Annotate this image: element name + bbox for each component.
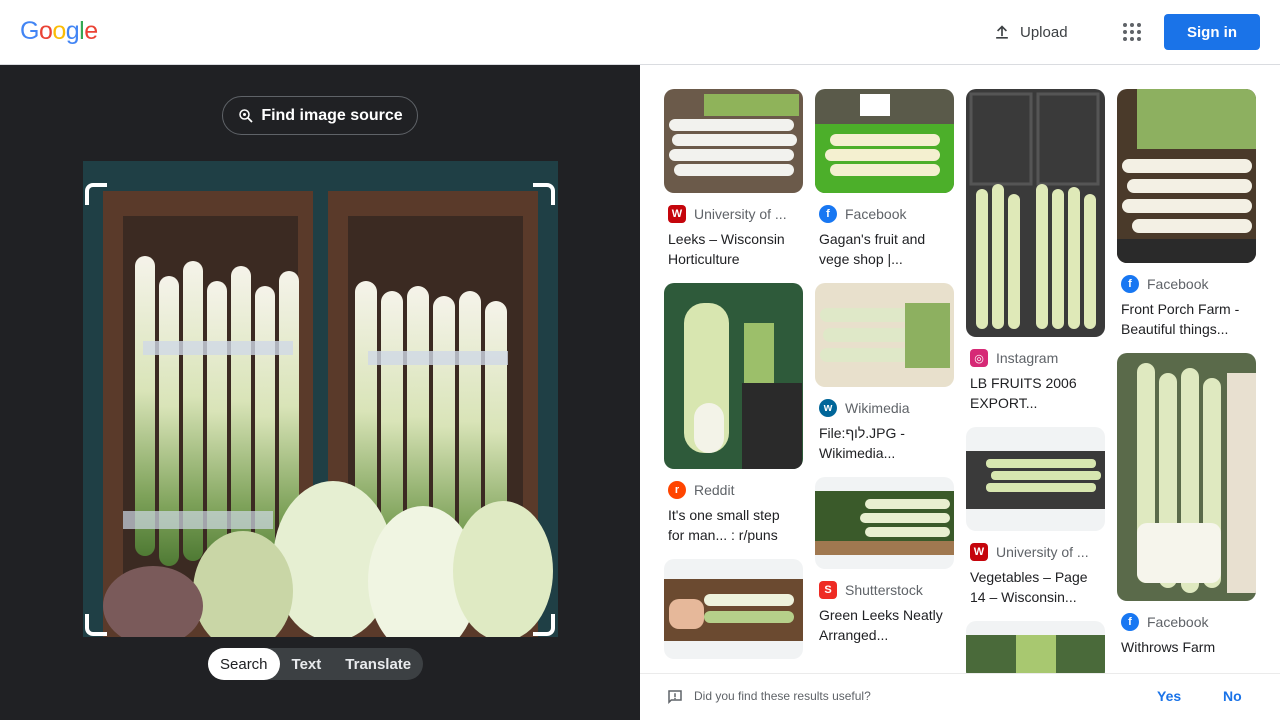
result-source: S Shutterstock bbox=[819, 581, 954, 599]
result-title: It's one small step for man... : r/puns bbox=[668, 507, 780, 543]
result-card[interactable]: w Wikimedia File:לוף.JPG - Wikimedia... bbox=[815, 283, 954, 463]
find-image-source-label: Find image source bbox=[261, 106, 403, 124]
source-favicon-icon: r bbox=[668, 481, 686, 499]
source-name: Facebook bbox=[845, 206, 907, 222]
upload-button[interactable]: Upload bbox=[992, 20, 1068, 44]
source-name: Instagram bbox=[996, 350, 1059, 366]
feedback-icon bbox=[668, 690, 682, 705]
feedback-yes-button[interactable]: Yes bbox=[1157, 688, 1181, 704]
apps-grid-icon[interactable] bbox=[1120, 20, 1144, 44]
instagram-icon: ◎ bbox=[970, 349, 988, 367]
source-name: University of ... bbox=[694, 206, 787, 222]
result-thumbnail bbox=[1117, 353, 1256, 601]
source-name: Facebook bbox=[1147, 614, 1209, 630]
source-name: Shutterstock bbox=[845, 582, 923, 598]
logo-letter: o bbox=[38, 17, 53, 45]
result-title: Withrows Farm bbox=[1121, 639, 1216, 655]
query-image[interactable] bbox=[83, 161, 558, 637]
result-thumbnail bbox=[664, 559, 803, 659]
logo-letter: g bbox=[65, 17, 80, 45]
result-thumbnail bbox=[815, 283, 954, 387]
source-name: University of ... bbox=[996, 544, 1089, 560]
sign-in-button[interactable]: Sign in bbox=[1164, 14, 1260, 50]
upload-label: Upload bbox=[1020, 23, 1068, 41]
result-card[interactable] bbox=[664, 559, 803, 659]
shutterstock-icon: S bbox=[819, 581, 837, 599]
result-card[interactable] bbox=[966, 621, 1105, 673]
result-title: Gagan's fruit and vege shop |... bbox=[819, 231, 926, 267]
result-thumbnail bbox=[966, 427, 1105, 531]
logo-letter: G bbox=[20, 17, 39, 45]
header: Google Upload Sign in bbox=[0, 0, 1280, 65]
google-logo[interactable]: Google bbox=[20, 17, 98, 46]
result-card[interactable]: f Facebook Withrows Farm bbox=[1117, 353, 1256, 673]
result-title: Front Porch Farm - Beautiful things... bbox=[1121, 301, 1240, 337]
leeks-crate-image bbox=[83, 161, 558, 637]
result-thumbnail bbox=[966, 621, 1105, 673]
crop-handle-top-right[interactable] bbox=[533, 183, 555, 205]
result-card[interactable]: f Facebook Gagan's fruit and vege shop |… bbox=[815, 89, 954, 269]
crop-handle-bottom-left[interactable] bbox=[85, 614, 107, 636]
result-title: LB FRUITS 2006 EXPORT... bbox=[970, 375, 1077, 411]
result-thumbnail bbox=[664, 283, 803, 469]
result-card[interactable]: ◎ Instagram LB FRUITS 2006 EXPORT... bbox=[966, 89, 1105, 413]
result-source: W University of ... bbox=[668, 205, 803, 223]
result-title: File:לוף.JPG - Wikimedia... bbox=[819, 425, 905, 461]
result-card[interactable]: W University of ... Leeks – Wisconsin Ho… bbox=[664, 89, 803, 269]
result-source: ◎ Instagram bbox=[970, 349, 1105, 367]
mode-tabs: Search Text Translate bbox=[208, 648, 424, 680]
feedback-no-button[interactable]: No bbox=[1223, 688, 1242, 704]
source-name: Wikimedia bbox=[845, 400, 910, 416]
lens-search-icon bbox=[239, 108, 253, 123]
upload-icon bbox=[996, 25, 1008, 39]
result-source: r Reddit bbox=[668, 481, 803, 499]
result-title: Leeks – Wisconsin Horticulture bbox=[668, 231, 785, 267]
tab-text[interactable]: Text bbox=[280, 648, 334, 680]
result-card[interactable]: f Facebook Front Porch Farm - Beautiful … bbox=[1117, 89, 1256, 339]
tab-search[interactable]: Search bbox=[208, 648, 280, 680]
find-image-source-button[interactable]: Find image source bbox=[222, 96, 418, 135]
result-card[interactable]: r Reddit It's one small step for man... … bbox=[664, 283, 803, 545]
results-column: f Facebook Gagan's fruit and vege shop |… bbox=[815, 89, 954, 659]
source-favicon-icon: W bbox=[970, 543, 988, 561]
logo-letter: e bbox=[84, 17, 98, 45]
image-search-panel: Find image source Search Text Translate bbox=[0, 65, 640, 720]
result-source: W University of ... bbox=[970, 543, 1105, 561]
results-column: W University of ... Leeks – Wisconsin Ho… bbox=[664, 89, 803, 673]
source-name: Reddit bbox=[694, 482, 735, 498]
result-thumbnail bbox=[815, 89, 954, 193]
result-title: Vegetables – Page 14 – Wisconsin... bbox=[970, 569, 1088, 605]
result-source: f Facebook bbox=[1121, 275, 1256, 293]
result-source: f Facebook bbox=[819, 205, 954, 223]
results-column: ◎ Instagram LB FRUITS 2006 EXPORT... W U… bbox=[966, 89, 1105, 673]
tab-translate[interactable]: Translate bbox=[333, 648, 423, 680]
feedback-question: Did you find these results useful? bbox=[694, 689, 871, 703]
facebook-icon: f bbox=[1121, 275, 1139, 293]
crop-handle-bottom-right[interactable] bbox=[533, 614, 555, 636]
result-source: w Wikimedia bbox=[819, 399, 954, 417]
result-source: f Facebook bbox=[1121, 613, 1256, 631]
facebook-icon: f bbox=[819, 205, 837, 223]
result-thumbnail bbox=[815, 477, 954, 569]
results-column: f Facebook Front Porch Farm - Beautiful … bbox=[1117, 89, 1256, 673]
result-card[interactable]: S Shutterstock Green Leeks Neatly Arrang… bbox=[815, 477, 954, 645]
result-thumbnail bbox=[1117, 89, 1256, 263]
result-card[interactable]: W University of ... Vegetables – Page 14… bbox=[966, 427, 1105, 607]
feedback-bar: Did you find these results useful? Yes N… bbox=[640, 673, 1280, 720]
logo-letter: o bbox=[52, 17, 66, 45]
result-thumbnail bbox=[966, 89, 1105, 337]
result-thumbnail bbox=[664, 89, 803, 193]
facebook-icon: f bbox=[1121, 613, 1139, 631]
result-title: Green Leeks Neatly Arranged... bbox=[819, 607, 943, 643]
crop-handle-top-left[interactable] bbox=[85, 183, 107, 205]
source-name: Facebook bbox=[1147, 276, 1209, 292]
wikimedia-icon: w bbox=[819, 399, 837, 417]
visual-matches: W University of ... Leeks – Wisconsin Ho… bbox=[640, 65, 1280, 673]
source-favicon-icon: W bbox=[668, 205, 686, 223]
